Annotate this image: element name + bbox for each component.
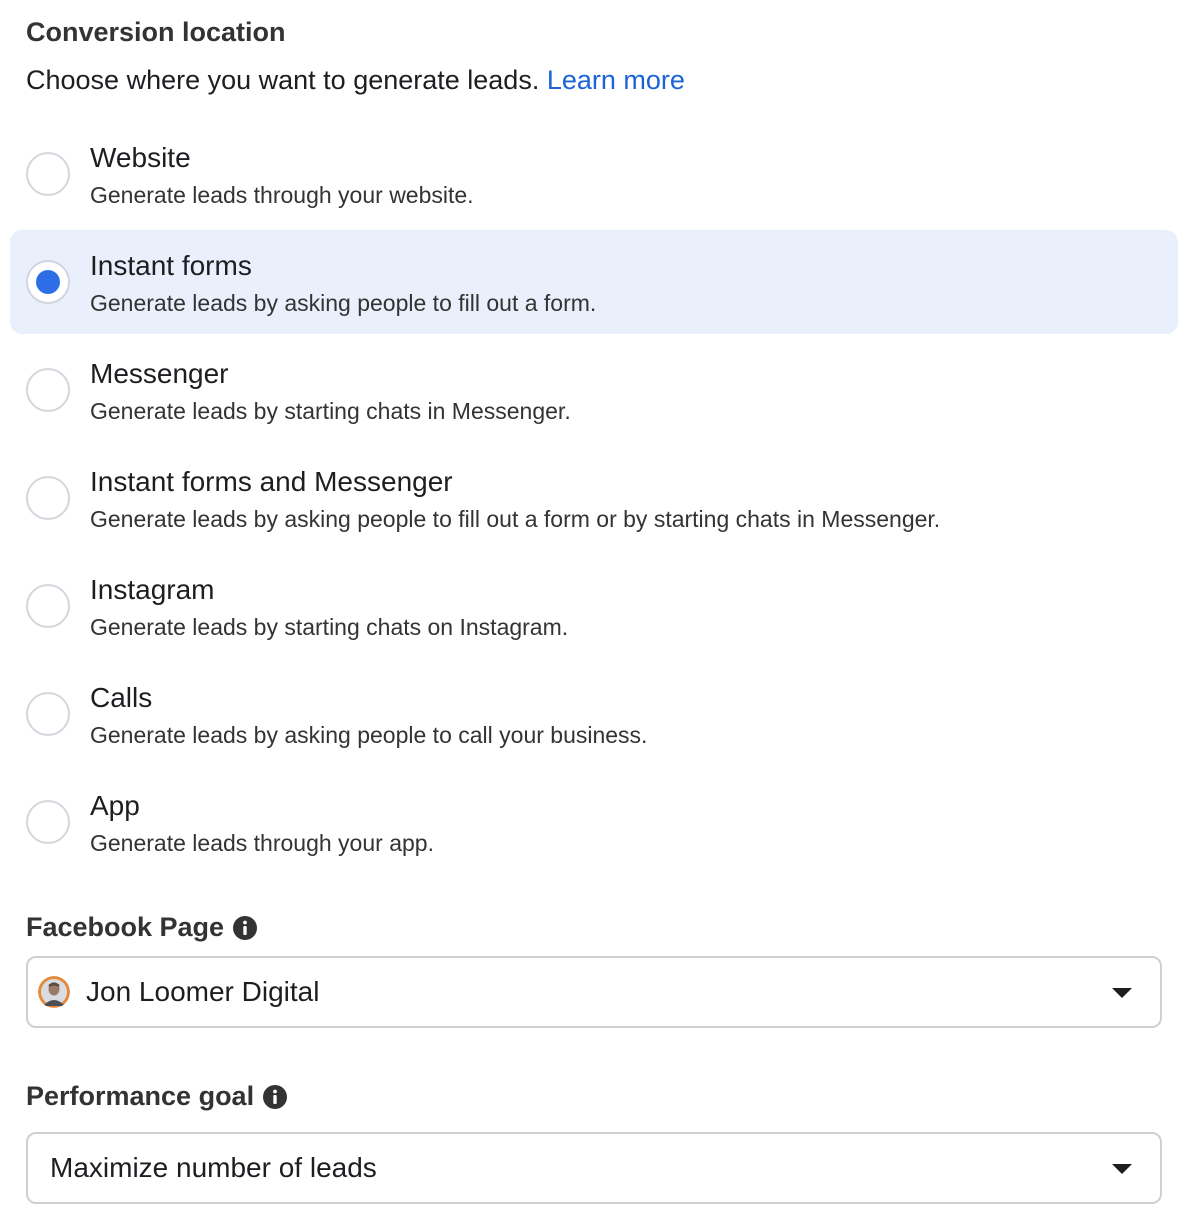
performance-goal-label: Performance goal <box>26 1078 288 1114</box>
option-description: Generate leads by starting chats in Mess… <box>90 398 571 424</box>
option-title: App <box>90 790 140 821</box>
radio-website[interactable] <box>26 152 70 196</box>
chevron-down-icon <box>1112 1164 1132 1174</box>
conversion-location-title: Conversion location <box>26 17 286 47</box>
performance-goal-label-text: Performance goal <box>26 1081 255 1111</box>
info-icon[interactable] <box>262 1083 288 1109</box>
option-instant-forms[interactable]: Instant forms Generate leads by asking p… <box>10 230 1178 334</box>
option-description: Generate leads through your app. <box>90 830 434 856</box>
radio-selected-dot <box>36 270 60 294</box>
option-title: Instant forms <box>90 250 252 281</box>
learn-more-link[interactable]: Learn more <box>547 65 685 95</box>
description-text: Choose where you want to generate leads. <box>26 65 540 95</box>
option-calls[interactable]: Calls Generate leads by asking people to… <box>10 662 1178 766</box>
option-messenger[interactable]: Messenger Generate leads by starting cha… <box>10 338 1178 442</box>
option-title: Instagram <box>90 574 215 605</box>
conversion-options: Website Generate leads through your webs… <box>10 122 1178 878</box>
option-instagram[interactable]: Instagram Generate leads by starting cha… <box>10 554 1178 658</box>
option-description: Generate leads by asking people to fill … <box>90 506 941 532</box>
radio-instagram[interactable] <box>26 584 70 628</box>
option-app[interactable]: App Generate leads through your app. <box>10 770 1178 874</box>
option-description: Generate leads by asking people to fill … <box>90 290 597 316</box>
avatar <box>38 976 70 1008</box>
info-icon[interactable] <box>232 914 258 940</box>
option-title: Calls <box>90 682 153 713</box>
facebook-page-label-text: Facebook Page <box>26 912 225 942</box>
facebook-page-label: Facebook Page <box>26 909 258 945</box>
option-website[interactable]: Website Generate leads through your webs… <box>10 122 1178 226</box>
radio-messenger[interactable] <box>26 368 70 412</box>
facebook-page-selected-value: Jon Loomer Digital <box>86 976 320 1007</box>
chevron-down-icon <box>1112 988 1132 998</box>
performance-goal-selected-value: Maximize number of leads <box>50 1152 377 1183</box>
conversion-location-description: Choose where you want to generate leads.… <box>26 62 685 98</box>
radio-instant-forms[interactable] <box>26 260 70 304</box>
facebook-page-select[interactable]: Jon Loomer Digital <box>26 956 1162 1028</box>
performance-goal-select[interactable]: Maximize number of leads <box>26 1132 1162 1204</box>
radio-instant-forms-and-messenger[interactable] <box>26 476 70 520</box>
option-description: Generate leads by starting chats on Inst… <box>90 614 569 640</box>
option-title: Instant forms and Messenger <box>90 466 453 497</box>
radio-app[interactable] <box>26 800 70 844</box>
option-title: Messenger <box>90 358 229 389</box>
option-description: Generate leads by asking people to call … <box>90 722 648 748</box>
option-instant-forms-and-messenger[interactable]: Instant forms and Messenger Generate lea… <box>10 446 1178 550</box>
option-title: Website <box>90 142 191 173</box>
radio-calls[interactable] <box>26 692 70 736</box>
option-description: Generate leads through your website. <box>90 182 474 208</box>
